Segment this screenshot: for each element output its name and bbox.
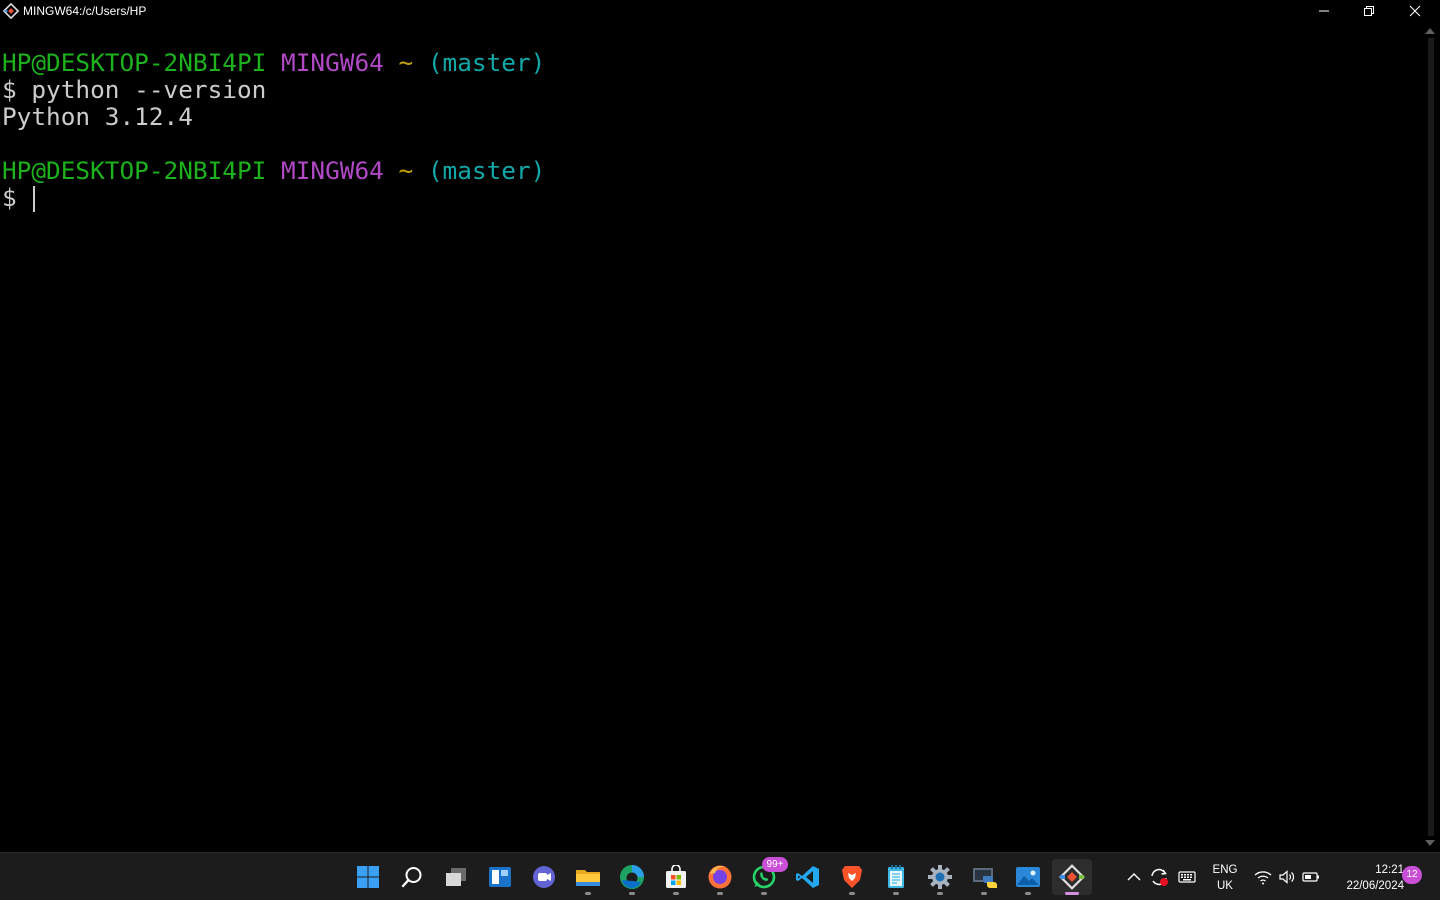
command-output: Python 3.12.4 (2, 102, 193, 131)
speaker-icon (1279, 870, 1295, 884)
file-explorer-button[interactable] (568, 859, 608, 895)
running-indicator (585, 892, 591, 895)
running-indicator (717, 892, 723, 895)
terminal-area[interactable]: HP@DESKTOP-2NBI4PI MINGW64 ~ (master) $ … (0, 22, 1422, 852)
python-icon (973, 868, 997, 888)
clock-date: 22/06/2024 (1346, 880, 1404, 892)
scroll-down-arrow-icon[interactable] (1425, 840, 1435, 846)
running-indicator (981, 892, 987, 895)
edge-button[interactable] (612, 859, 652, 895)
prompt-symbol: $ (2, 183, 17, 212)
notification-center-badge[interactable]: 12 (1402, 866, 1422, 884)
text-cursor (33, 186, 36, 212)
close-button[interactable] (1392, 0, 1438, 22)
title-bar[interactable]: MINGW64:/c/Users/HP (0, 0, 1440, 22)
vertical-scrollbar[interactable] (1422, 22, 1440, 852)
widgets-button[interactable] (480, 859, 520, 895)
photos-button[interactable] (1008, 859, 1048, 895)
sync-status-button[interactable] (1148, 866, 1170, 888)
volume-button[interactable] (1276, 867, 1298, 887)
running-indicator (849, 892, 855, 895)
firefox-icon (708, 865, 732, 889)
vscode-icon (796, 866, 819, 888)
folder-icon (576, 870, 600, 886)
brave-icon (842, 866, 862, 888)
command-line: $ python --version (2, 76, 266, 104)
running-indicator (673, 892, 679, 895)
prompt-user-host: HP@DESKTOP-2NBI4PI (2, 156, 267, 185)
chat-icon (533, 866, 555, 888)
photos-icon (1016, 867, 1040, 887)
window-title: MINGW64:/c/Users/HP (23, 4, 147, 18)
network-button[interactable] (1252, 867, 1274, 887)
language-region: UK (1217, 880, 1233, 892)
running-indicator (761, 892, 767, 895)
prompt-line: HP@DESKTOP-2NBI4PI MINGW64 ~ (master) (2, 157, 545, 185)
running-indicator (1025, 892, 1031, 895)
python-button[interactable] (964, 859, 1004, 895)
prompt-path: ~ (398, 156, 414, 185)
running-indicator (893, 892, 899, 895)
battery-icon (1302, 872, 1319, 882)
scroll-track[interactable] (1428, 38, 1434, 836)
keyboard-icon (1178, 871, 1196, 883)
chat-button[interactable] (524, 859, 564, 895)
chevron-up-icon (1127, 873, 1141, 881)
git-bash-icon (1059, 864, 1085, 890)
whatsapp-button[interactable]: 99+ (744, 857, 788, 895)
scroll-up-arrow-icon[interactable] (1425, 28, 1435, 34)
prompt-path: ~ (398, 48, 414, 77)
command-text: python --version (31, 75, 267, 104)
prompt-symbol: $ (2, 75, 17, 104)
prompt-line: HP@DESKTOP-2NBI4PI MINGW64 ~ (master) (2, 49, 545, 77)
brave-button[interactable] (832, 859, 872, 895)
windows-start-icon (357, 866, 379, 888)
touch-keyboard-button[interactable] (1176, 867, 1198, 887)
firefox-button[interactable] (700, 859, 740, 895)
notification-count-badge: 99+ (762, 857, 788, 872)
task-view-icon (446, 868, 466, 886)
edge-icon (620, 865, 644, 889)
wifi-icon (1254, 871, 1272, 885)
store-icon (666, 865, 686, 888)
notepad-icon (888, 865, 904, 888)
language-code: ENG (1212, 864, 1238, 876)
search-icon (401, 867, 422, 888)
restore-button[interactable] (1346, 0, 1392, 22)
search-button[interactable] (392, 859, 432, 895)
prompt-system: MINGW64 (281, 156, 384, 185)
battery-button[interactable] (1300, 867, 1322, 887)
widgets-icon (489, 867, 511, 887)
prompt-branch: (master) (427, 48, 546, 77)
running-indicator (629, 892, 635, 895)
task-view-button[interactable] (436, 859, 476, 895)
minimize-button[interactable] (1301, 0, 1347, 22)
prompt-user-host: HP@DESKTOP-2NBI4PI (2, 48, 267, 77)
input-line[interactable]: $ (2, 183, 36, 212)
vscode-button[interactable] (788, 859, 828, 895)
git-bash-taskbar-button[interactable] (1052, 859, 1092, 895)
prompt-system: MINGW64 (281, 48, 384, 77)
settings-button[interactable] (920, 859, 960, 895)
running-indicator (1065, 892, 1079, 895)
clock[interactable]: 12:21 22/06/2024 (1326, 862, 1404, 894)
store-button[interactable] (656, 859, 696, 895)
sync-icon (1151, 868, 1168, 886)
input-language-indicator[interactable]: ENG UK (1206, 862, 1244, 894)
show-hidden-icons-button[interactable] (1124, 867, 1144, 887)
clock-time: 12:21 (1375, 864, 1404, 876)
taskbar: 99+ ENG UK 12:21 22/06/2024 (0, 852, 1440, 900)
gear-icon (928, 865, 952, 889)
prompt-branch: (master) (427, 156, 546, 185)
running-indicator (937, 892, 943, 895)
notepad-button[interactable] (876, 859, 916, 895)
git-bash-icon (2, 2, 20, 20)
start-button[interactable] (348, 859, 388, 895)
